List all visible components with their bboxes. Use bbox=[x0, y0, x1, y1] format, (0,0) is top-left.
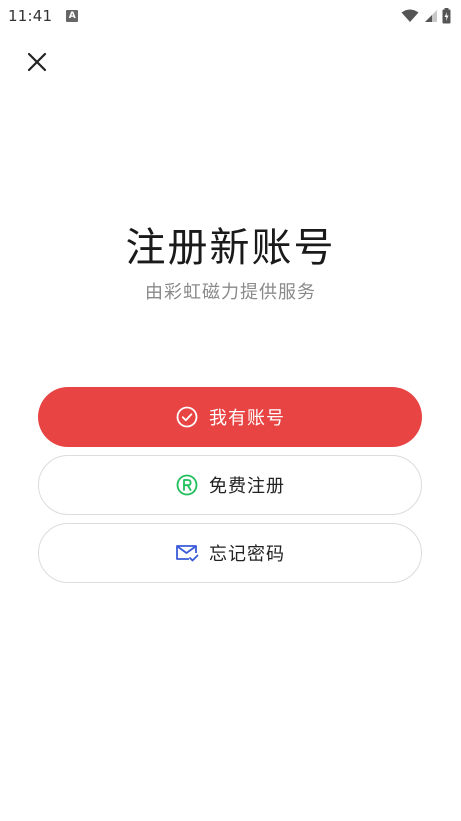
check-circle-icon bbox=[175, 405, 199, 429]
close-button[interactable] bbox=[22, 47, 52, 77]
status-bar: 11:41 A bbox=[0, 0, 461, 32]
register-screen: 11:41 A 注册新账号 由彩虹磁力提供服务 我有账号 免费注册 忘记密码 bbox=[0, 0, 461, 821]
registered-icon bbox=[175, 473, 199, 497]
close-icon bbox=[27, 52, 47, 72]
status-left: 11:41 A bbox=[8, 7, 79, 25]
status-right bbox=[401, 8, 451, 24]
accessibility-notification-icon: A bbox=[66, 10, 79, 22]
signal-icon bbox=[423, 9, 438, 23]
page-title: 注册新账号 bbox=[125, 225, 336, 271]
page-subtitle: 由彩虹磁力提供服务 bbox=[145, 282, 316, 303]
have-account-label: 我有账号 bbox=[209, 408, 285, 429]
free-register-button[interactable]: 免费注册 bbox=[38, 455, 422, 515]
status-time: 11:41 bbox=[8, 7, 53, 25]
battery-icon bbox=[442, 8, 451, 24]
mail-check-icon bbox=[175, 541, 199, 565]
wifi-icon bbox=[401, 9, 419, 23]
forgot-password-button[interactable]: 忘记密码 bbox=[38, 523, 422, 583]
free-register-label: 免费注册 bbox=[209, 476, 285, 497]
forgot-password-label: 忘记密码 bbox=[209, 544, 285, 565]
have-account-button[interactable]: 我有账号 bbox=[38, 387, 422, 447]
